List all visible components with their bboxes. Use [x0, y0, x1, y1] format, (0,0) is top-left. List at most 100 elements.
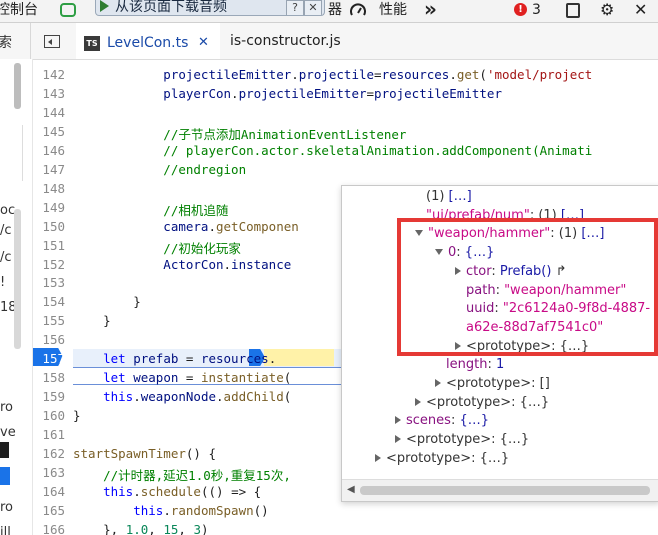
code-token: (	[283, 370, 292, 386]
expand-arrow-icon[interactable]	[435, 379, 441, 387]
code-token: this	[73, 483, 134, 499]
code-line: }	[73, 408, 81, 423]
line-number[interactable]: 160	[33, 408, 65, 423]
code-line: }	[73, 294, 141, 309]
line-number[interactable]: 166	[33, 522, 65, 535]
code-line: let weapon = instantiate(	[73, 370, 291, 385]
line-number[interactable]: 154	[33, 294, 65, 309]
scroll-left-icon[interactable]: ◀	[347, 484, 355, 495]
code-token: resources	[381, 67, 450, 82]
line-number[interactable]: 161	[33, 427, 65, 442]
line-number[interactable]: 148	[33, 181, 65, 196]
line-number[interactable]: 159	[33, 389, 65, 404]
tab-divider	[30, 23, 31, 59]
close-devtools-icon[interactable]: ✕	[634, 0, 647, 22]
sidebar-item-fragment[interactable]: !	[0, 275, 5, 290]
tree-token: <prototype>: {…}	[426, 394, 550, 410]
line-number[interactable]: 163	[33, 465, 65, 480]
code-line: let prefab = resources.	[73, 351, 276, 366]
expand-arrow-icon[interactable]	[375, 453, 381, 462]
code-line: //endregion	[73, 162, 246, 177]
sidebar-scrollbar-thumb[interactable]	[14, 209, 21, 349]
line-number[interactable]: 155	[33, 313, 65, 328]
tree-node[interactable]: <prototype>: {…}	[415, 395, 549, 410]
line-number[interactable]: 144	[33, 105, 65, 120]
sidebar-item-fragment[interactable]: ill	[0, 525, 11, 535]
code-line: //计时器,延迟1.0秒,重复15次,	[73, 465, 291, 484]
line-number[interactable]: 151	[33, 238, 65, 253]
line-number[interactable]: 162	[33, 446, 65, 461]
code-token: ,	[148, 521, 164, 535]
code-token: .	[268, 351, 277, 367]
scrollbar-thumb[interactable]	[360, 486, 650, 495]
code-token: .	[133, 483, 141, 499]
code-line: //初始化玩家	[73, 238, 241, 257]
expand-arrow-icon[interactable]	[415, 397, 421, 406]
sidebar-item-fragment[interactable]: ro	[0, 500, 13, 515]
banner-help-button[interactable]: ?	[286, 0, 304, 15]
horizontal-scrollbar[interactable]: ◀	[342, 479, 658, 501]
code-token: .	[208, 218, 216, 234]
sidebar-item-fragment[interactable]: /c	[0, 250, 12, 265]
expand-arrow-icon[interactable]	[395, 416, 401, 425]
code-token: (	[479, 67, 487, 82]
sidebar-item-fragment[interactable]: oc	[0, 203, 15, 218]
line-number[interactable]: 152	[33, 257, 65, 272]
debugger-icon[interactable]	[60, 3, 76, 17]
code-token: schedule	[140, 483, 201, 499]
sidebar-item-fragment[interactable]: /c	[0, 223, 12, 238]
settings-gear-icon[interactable]: ⚙	[600, 0, 614, 22]
sidebar-tree-guide	[22, 125, 32, 181]
line-number[interactable]: 150	[33, 219, 65, 234]
toggle-sidebar-icon[interactable]	[44, 35, 60, 48]
tab-sources-fragment[interactable]: 器	[328, 0, 342, 22]
line-number[interactable]: 146	[33, 143, 65, 158]
line-number[interactable]: 165	[33, 503, 65, 518]
code-token: //计时器,延迟1.0秒,重复15次,	[73, 467, 291, 483]
tab-performance[interactable]: 性能	[379, 0, 407, 22]
error-count[interactable]: 3	[532, 0, 541, 22]
expand-arrow-icon[interactable]	[395, 435, 401, 444]
tree-node[interactable]: <prototype>: []	[435, 376, 550, 391]
code-token: randomSpawn	[170, 502, 254, 518]
code-token: // playerCon.actor.skeletalAnimation.add…	[73, 142, 593, 158]
code-token: () {	[185, 446, 216, 461]
error-icon[interactable]: !	[514, 3, 527, 16]
more-tabs-icon[interactable]: »	[424, 0, 437, 22]
tree-node[interactable]: <prototype>: {…}	[395, 432, 529, 447]
tab-close-icon[interactable]: ✕	[198, 35, 209, 50]
sidebar-selected-file-icon[interactable]	[0, 467, 10, 485]
code-token: .	[133, 389, 141, 405]
line-number[interactable]: 149	[33, 200, 65, 215]
line-number[interactable]: 153	[33, 275, 65, 290]
line-number[interactable]: 147	[33, 162, 65, 177]
tab-is-constructor[interactable]: is-constructor.js	[230, 33, 341, 49]
sidebar-scrollbar[interactable]	[14, 63, 21, 109]
line-number[interactable]: 156	[33, 332, 65, 347]
code-token: projectileEmitter	[73, 67, 292, 82]
line-number[interactable]: 145	[33, 124, 65, 139]
tree-node[interactable]: <prototype>: {…}	[375, 451, 509, 466]
download-audio-banner[interactable]: 从该页面下载音频 ? ✕	[95, 0, 325, 16]
code-token: =	[178, 370, 201, 386]
sidebar-item-fragment[interactable]: ve	[0, 425, 16, 440]
code-line: projectileEmitter.projectile=resources.g…	[73, 67, 592, 82]
line-number[interactable]: 158	[33, 370, 65, 385]
performance-icon	[350, 3, 366, 19]
dock-icon[interactable]	[566, 3, 580, 18]
tree-token: scenes	[406, 413, 451, 429]
code-token: ,	[178, 521, 194, 535]
sidebar-item-fragment[interactable]: ro	[0, 400, 13, 415]
line-number[interactable]: 142	[33, 67, 65, 82]
line-number[interactable]: 164	[33, 484, 65, 499]
banner-close-button[interactable]: ✕	[304, 0, 322, 15]
line-number[interactable]: 143	[33, 86, 65, 101]
code-token: }	[73, 294, 141, 310]
code-token: .	[231, 85, 239, 101]
tab-levelcon[interactable]: TS LevelCon.ts ✕	[76, 23, 220, 59]
search-tab-fragment[interactable]: 索	[0, 32, 12, 52]
tree-token: (1)	[426, 189, 449, 204]
tree-node[interactable]: scenes: {…}	[395, 413, 489, 428]
tab-console[interactable]: 控制台	[0, 0, 38, 22]
line-number[interactable]: 157	[33, 351, 65, 366]
